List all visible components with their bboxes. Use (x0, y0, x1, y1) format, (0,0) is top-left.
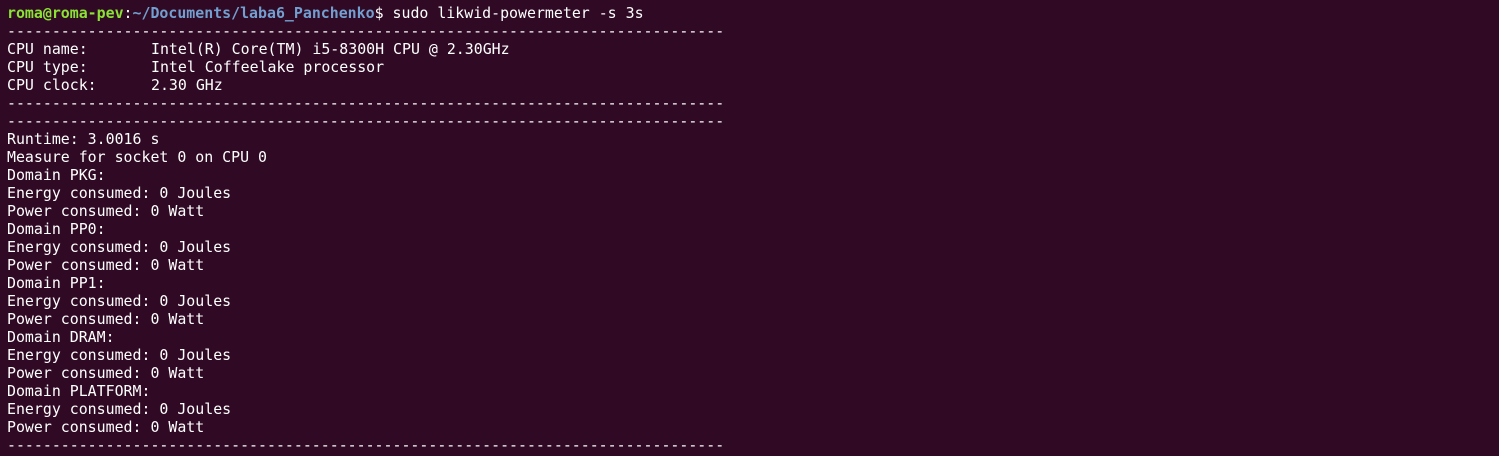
prompt-user-host: roma@roma-pev (7, 4, 124, 22)
domain-power: Power consumed: 0 Watt (7, 364, 205, 382)
terminal-window[interactable]: roma@roma-pev:~/Documents/laba6_Panchenk… (0, 0, 1499, 456)
cpu-name-value: Intel(R) Core(TM) i5-8300H CPU @ 2.30GHz (151, 40, 510, 58)
prompt-symbol: $ (374, 4, 393, 22)
domain-header: Domain PLATFORM: (7, 382, 151, 400)
separator-line: ----------------------------------------… (7, 94, 725, 112)
domain-header: Domain PP0: (7, 220, 106, 238)
domain-power: Power consumed: 0 Watt (7, 202, 205, 220)
domain-energy: Energy consumed: 0 Joules (7, 184, 232, 202)
cpu-name-label: CPU name: (7, 40, 88, 58)
cpu-type-value: Intel Coffeelake processor (151, 58, 385, 76)
cpu-type-line: CPU type: Intel Coffeelake processor (7, 58, 384, 76)
cpu-type-label: CPU type: (7, 58, 88, 76)
measure-line: Measure for socket 0 on CPU 0 (7, 148, 267, 166)
domain-header: Domain PP1: (7, 274, 106, 292)
domain-energy: Energy consumed: 0 Joules (7, 346, 232, 364)
command-text: sudo likwid-powermeter -s 3s (392, 4, 644, 22)
runtime-line: Runtime: 3.0016 s (7, 130, 160, 148)
prompt-line: roma@roma-pev:~/Documents/laba6_Panchenk… (7, 4, 644, 22)
separator-line: ----------------------------------------… (7, 436, 725, 454)
domain-power: Power consumed: 0 Watt (7, 310, 205, 328)
prompt-path: ~/Documents/laba6_Panchenko (132, 4, 375, 22)
cpu-clock-line: CPU clock: 2.30 GHz (7, 76, 223, 94)
domain-header: Domain DRAM: (7, 328, 115, 346)
domain-power: Power consumed: 0 Watt (7, 256, 205, 274)
prompt-colon: : (123, 4, 133, 22)
domain-energy: Energy consumed: 0 Joules (7, 400, 232, 418)
separator-line: ----------------------------------------… (7, 112, 725, 130)
domain-header: Domain PKG: (7, 166, 106, 184)
cpu-name-line: CPU name: Intel(R) Core(TM) i5-8300H CPU … (7, 40, 510, 58)
cpu-clock-label: CPU clock: (7, 76, 97, 94)
separator-line: ----------------------------------------… (7, 22, 725, 40)
domain-power: Power consumed: 0 Watt (7, 418, 205, 436)
cpu-clock-value: 2.30 GHz (151, 76, 223, 94)
domain-energy: Energy consumed: 0 Joules (7, 292, 232, 310)
domain-energy: Energy consumed: 0 Joules (7, 238, 232, 256)
